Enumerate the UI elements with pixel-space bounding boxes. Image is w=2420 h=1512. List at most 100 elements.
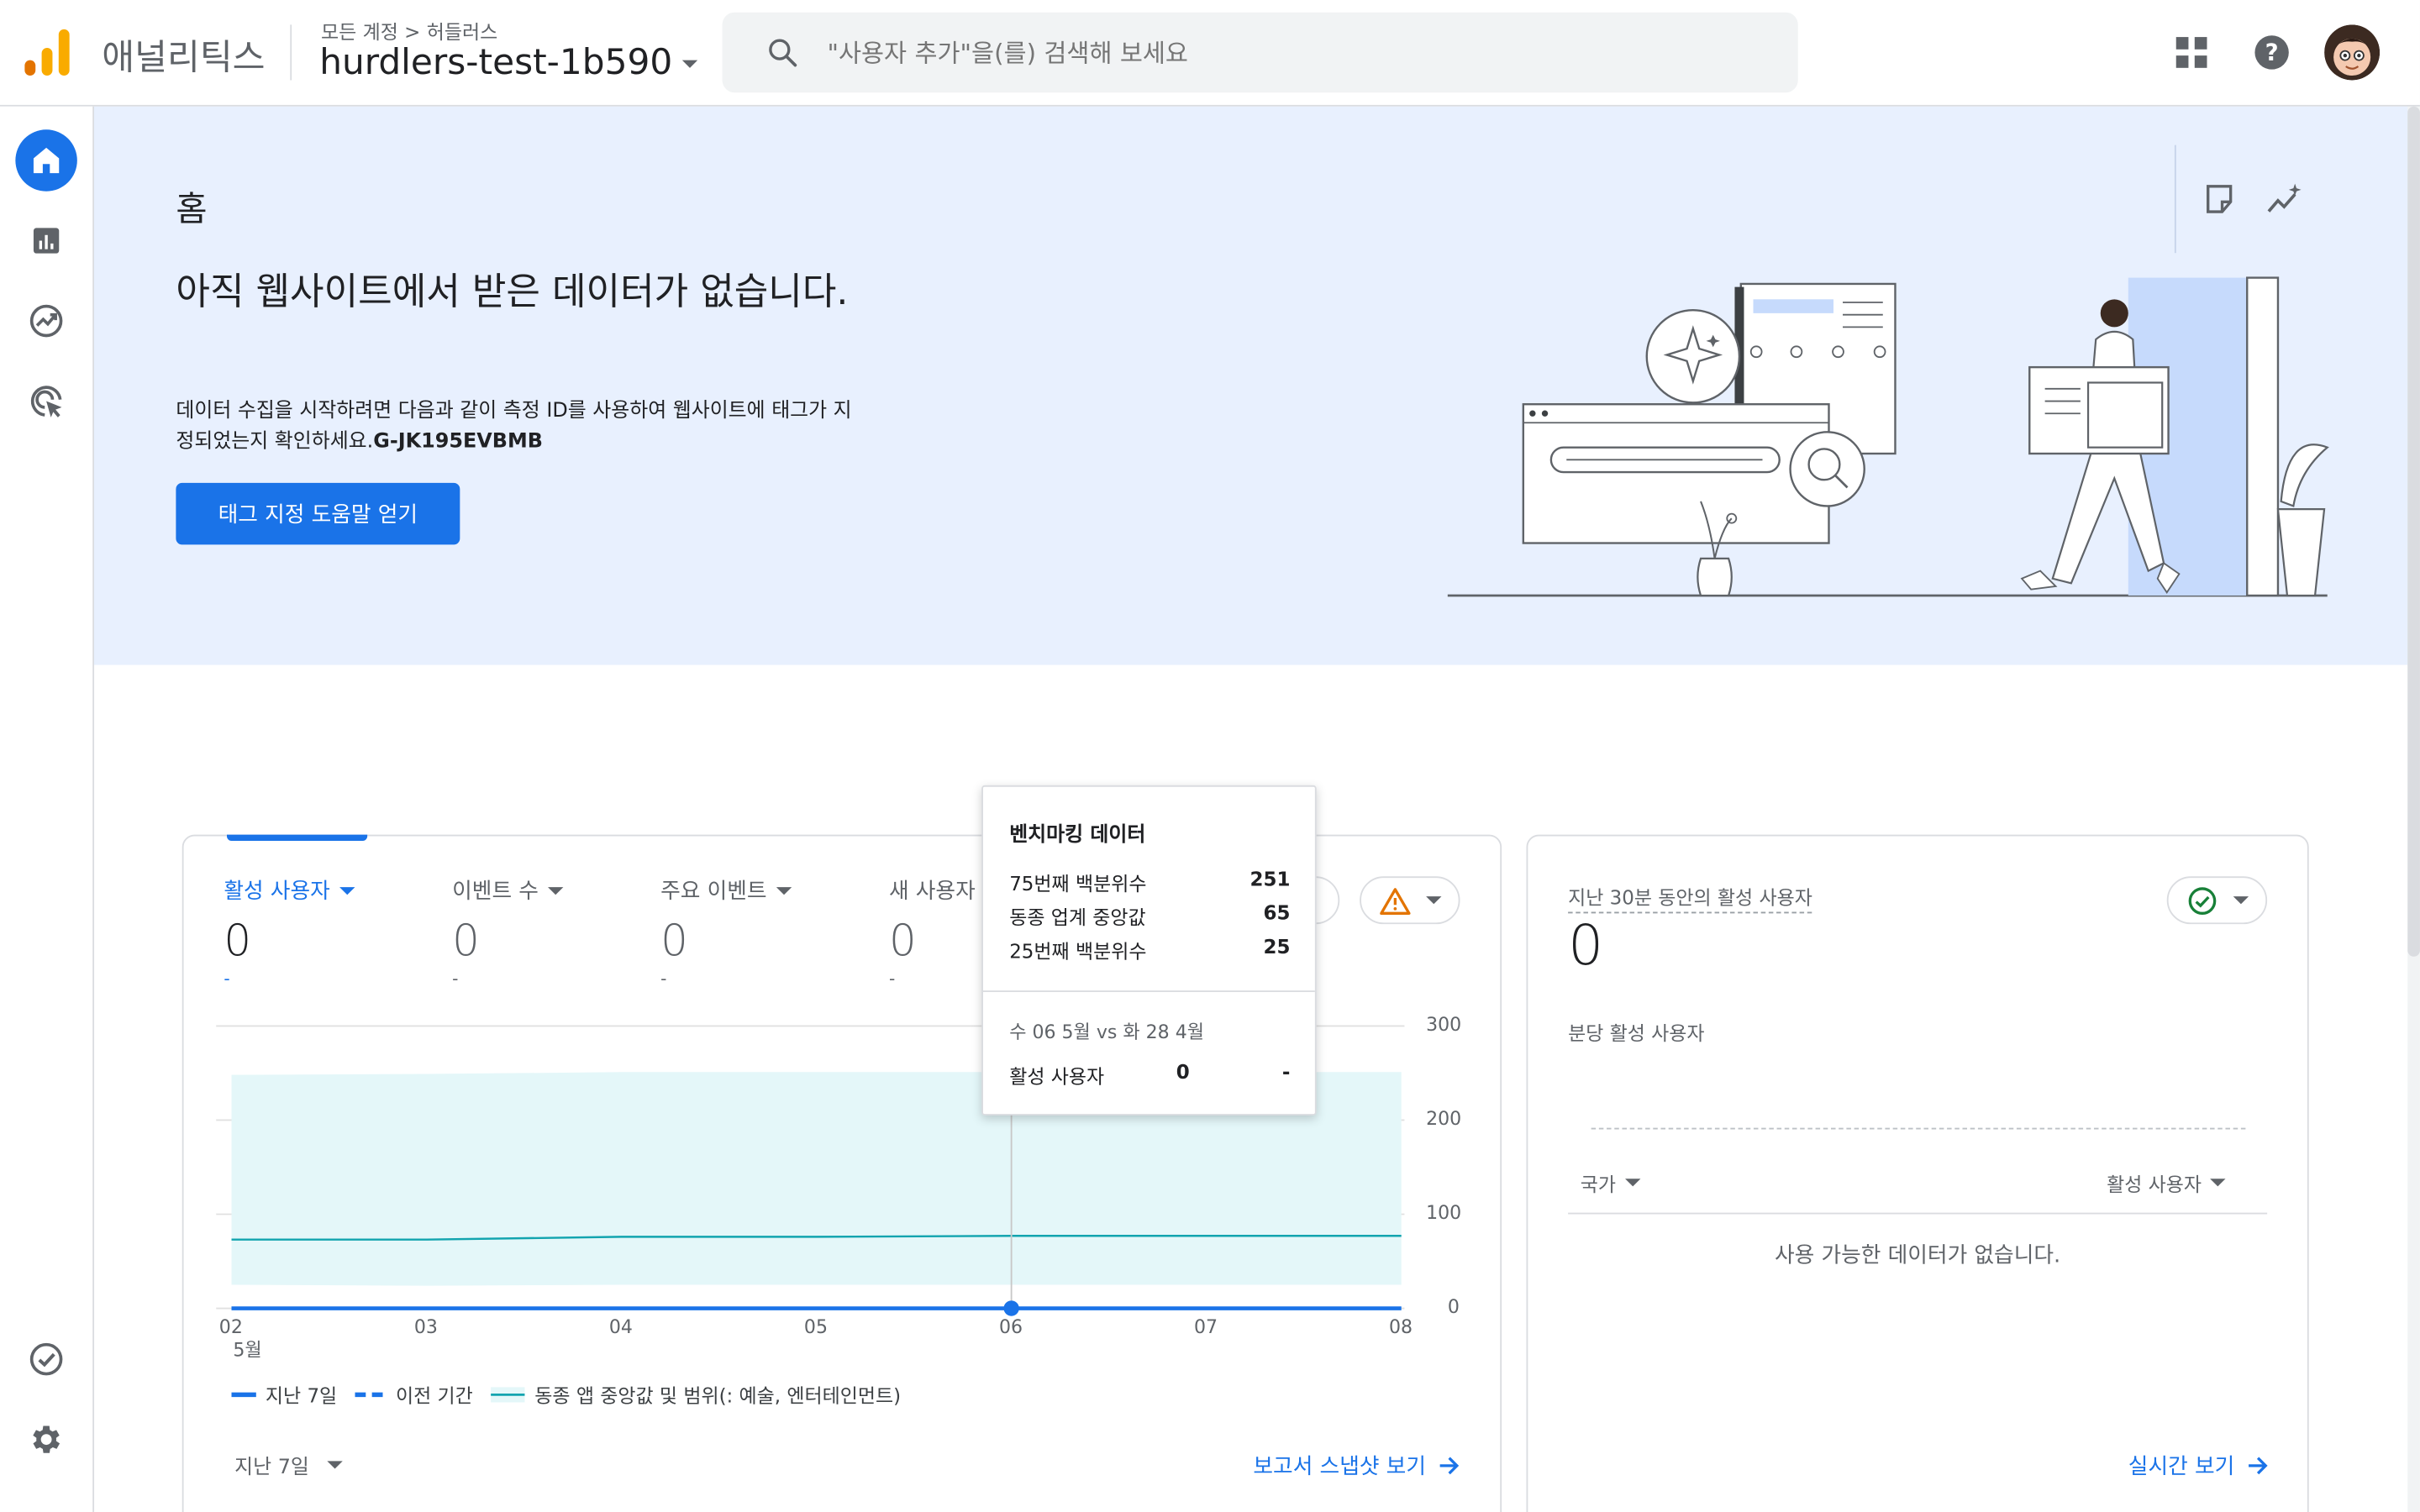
nav-explore[interactable] bbox=[15, 290, 76, 351]
tooltip-metric-value: 0 bbox=[1176, 1059, 1190, 1084]
property-name: hurdlers-test-1b590 bbox=[319, 43, 673, 84]
note-icon[interactable] bbox=[2196, 176, 2243, 222]
header-divider bbox=[290, 24, 292, 81]
chevron-down-icon bbox=[1625, 1179, 1641, 1187]
tooltip-row-label: 동종 업계 중앙값 bbox=[1009, 906, 1146, 929]
tooltip-row: 25번째 백분위수 25 bbox=[1009, 935, 1290, 964]
realtime-subtitle: 분당 활성 사용자 bbox=[1568, 1021, 1705, 1045]
arrow-right-icon bbox=[1439, 1457, 1460, 1475]
chevron-down-icon bbox=[339, 886, 355, 895]
y-tick-label: 100 bbox=[1426, 1201, 1462, 1224]
metric-event-count[interactable]: 이벤트 수 0 - bbox=[452, 874, 564, 990]
y-tick-label: 0 bbox=[1447, 1295, 1460, 1318]
tooltip-metric-prev: - bbox=[1281, 1059, 1291, 1084]
column-label: 국가 bbox=[1580, 1172, 1617, 1196]
metric-value: 0 bbox=[224, 915, 252, 966]
empty-state: 사용 가능한 데이터가 없습니다. bbox=[1774, 1243, 2061, 1268]
metric-label: 활성 사용자 bbox=[224, 879, 330, 905]
x-tick-label: 02 bbox=[218, 1315, 243, 1338]
insights-icon[interactable] bbox=[2263, 176, 2309, 222]
search-input[interactable] bbox=[827, 37, 1692, 67]
tooltip-row-label: 25번째 백분위수 bbox=[1009, 939, 1147, 963]
home-icon bbox=[33, 147, 60, 174]
tooltip-row-value: 65 bbox=[1263, 900, 1291, 925]
metric-label: 이벤트 수 bbox=[452, 879, 539, 905]
chevron-right-icon: > bbox=[404, 19, 427, 44]
view-report-snapshot-link[interactable]: 보고서 스냅샷 보기 bbox=[1253, 1450, 1460, 1481]
legend-last7: 지난 7일 bbox=[231, 1379, 338, 1409]
y-tick-label: 200 bbox=[1426, 1107, 1462, 1130]
y-tick-label: 300 bbox=[1426, 1013, 1462, 1036]
metric-change: - bbox=[888, 969, 896, 990]
column-active-users[interactable]: 활성 사용자 bbox=[2107, 1168, 2227, 1197]
link-label: 실시간 보기 bbox=[2128, 1455, 2235, 1480]
scrollbar[interactable] bbox=[2407, 106, 2420, 957]
realtime-status-button[interactable] bbox=[2166, 876, 2268, 925]
legend-label: 이전 기간 bbox=[395, 1383, 473, 1408]
nav-admin[interactable] bbox=[15, 1409, 76, 1470]
chevron-down-icon bbox=[681, 59, 697, 67]
metric-new-users[interactable]: 새 사용자 0 - bbox=[889, 874, 976, 989]
tooltip-row-value: 25 bbox=[1263, 935, 1291, 958]
metric-change: - bbox=[452, 969, 459, 990]
metric-active-users[interactable]: 활성 사용자 0 - bbox=[224, 874, 355, 989]
target-cursor-icon bbox=[30, 386, 62, 417]
tooltip-divider bbox=[982, 990, 1315, 992]
property-selector[interactable]: hurdlers-test-1b590 bbox=[319, 43, 697, 83]
x-tick-label: 04 bbox=[608, 1315, 633, 1338]
date-range-label: 지난 7일 bbox=[234, 1456, 309, 1480]
warning-icon bbox=[1379, 887, 1410, 915]
nav-home[interactable] bbox=[15, 129, 77, 192]
left-nav bbox=[0, 106, 95, 1512]
tooltip-date: 수 06 5월 vs 화 28 4월 bbox=[1009, 1021, 1205, 1043]
search-bar[interactable] bbox=[722, 12, 1798, 93]
date-range-selector[interactable]: 지난 7일 bbox=[234, 1450, 344, 1480]
x-tick-label: 06 bbox=[998, 1315, 1023, 1338]
legend-label: 지난 7일 bbox=[265, 1383, 338, 1408]
chevron-down-icon bbox=[1425, 896, 1441, 905]
measurement-id: G-JK195EVBMB bbox=[373, 430, 543, 454]
column-label: 활성 사용자 bbox=[2107, 1172, 2202, 1196]
legend-label: 동종 앱 중앙값 및 범위(: 예술, 엔터테인먼트) bbox=[534, 1383, 902, 1408]
nav-advertising[interactable] bbox=[15, 370, 76, 432]
metric-change: - bbox=[660, 969, 667, 990]
analytics-logo-icon[interactable] bbox=[24, 26, 71, 76]
metric-label: 주요 이벤트 bbox=[660, 879, 767, 905]
nav-configure[interactable] bbox=[15, 1328, 76, 1389]
metric-value: 0 bbox=[888, 915, 917, 966]
apps-grid-icon[interactable] bbox=[2169, 29, 2215, 76]
legend-benchmark: 동종 앱 중앙값 및 범위(: 예술, 엔터테인먼트) bbox=[491, 1379, 902, 1409]
hero-illustration bbox=[1447, 276, 2329, 597]
help-icon[interactable]: ? bbox=[2249, 29, 2295, 76]
chevron-down-icon bbox=[2211, 1179, 2227, 1187]
data-quality-button[interactable] bbox=[1360, 876, 1460, 925]
breadcrumb[interactable]: 모든 계정 > 허들러스 bbox=[321, 15, 497, 45]
column-country[interactable]: 국가 bbox=[1581, 1168, 1641, 1197]
link-label: 보고서 스냅샷 보기 bbox=[1253, 1455, 1427, 1480]
table-divider bbox=[1568, 1212, 2268, 1215]
tagging-help-button[interactable]: 태그 지정 도움말 얻기 bbox=[176, 482, 460, 545]
check-circle-icon bbox=[29, 1342, 63, 1376]
metric-key-events[interactable]: 주요 이벤트 0 - bbox=[660, 874, 792, 989]
tooltip-title: 벤치마킹 데이터 bbox=[1009, 823, 1146, 848]
metric-change: - bbox=[224, 969, 230, 990]
breadcrumb-group[interactable]: 허들러스 bbox=[427, 20, 498, 44]
x-tick-label: 07 bbox=[1193, 1315, 1218, 1338]
hover-point bbox=[1003, 1300, 1019, 1316]
x-tick-label: 03 bbox=[413, 1315, 438, 1338]
x-tick-label: 05 bbox=[803, 1315, 828, 1338]
hero-heading: 아직 웹사이트에서 받은 데이터가 없습니다. bbox=[176, 270, 849, 313]
app-name: 애널리틱스 bbox=[102, 38, 266, 79]
search-icon bbox=[769, 39, 797, 67]
x-axis-month: 5월 bbox=[233, 1339, 262, 1361]
breadcrumb-account[interactable]: 모든 계정 bbox=[321, 20, 398, 44]
chart-legend: 지난 7일 이전 기간 동종 앱 중앙값 및 범위(: 예술, 엔터테인먼트) bbox=[231, 1379, 911, 1409]
nav-reports[interactable] bbox=[15, 210, 76, 271]
tooltip-metric-label: 활성 사용자 bbox=[1009, 1064, 1105, 1088]
realtime-label[interactable]: 지난 30분 동안의 활성 사용자 bbox=[1568, 881, 1812, 914]
view-realtime-link[interactable]: 실시간 보기 bbox=[2128, 1450, 2269, 1481]
arrow-right-icon bbox=[2248, 1457, 2268, 1475]
avatar[interactable] bbox=[2324, 24, 2381, 81]
chevron-down-icon bbox=[547, 886, 564, 895]
tooltip-row: 75번째 백분위수 251 bbox=[1009, 867, 1290, 896]
